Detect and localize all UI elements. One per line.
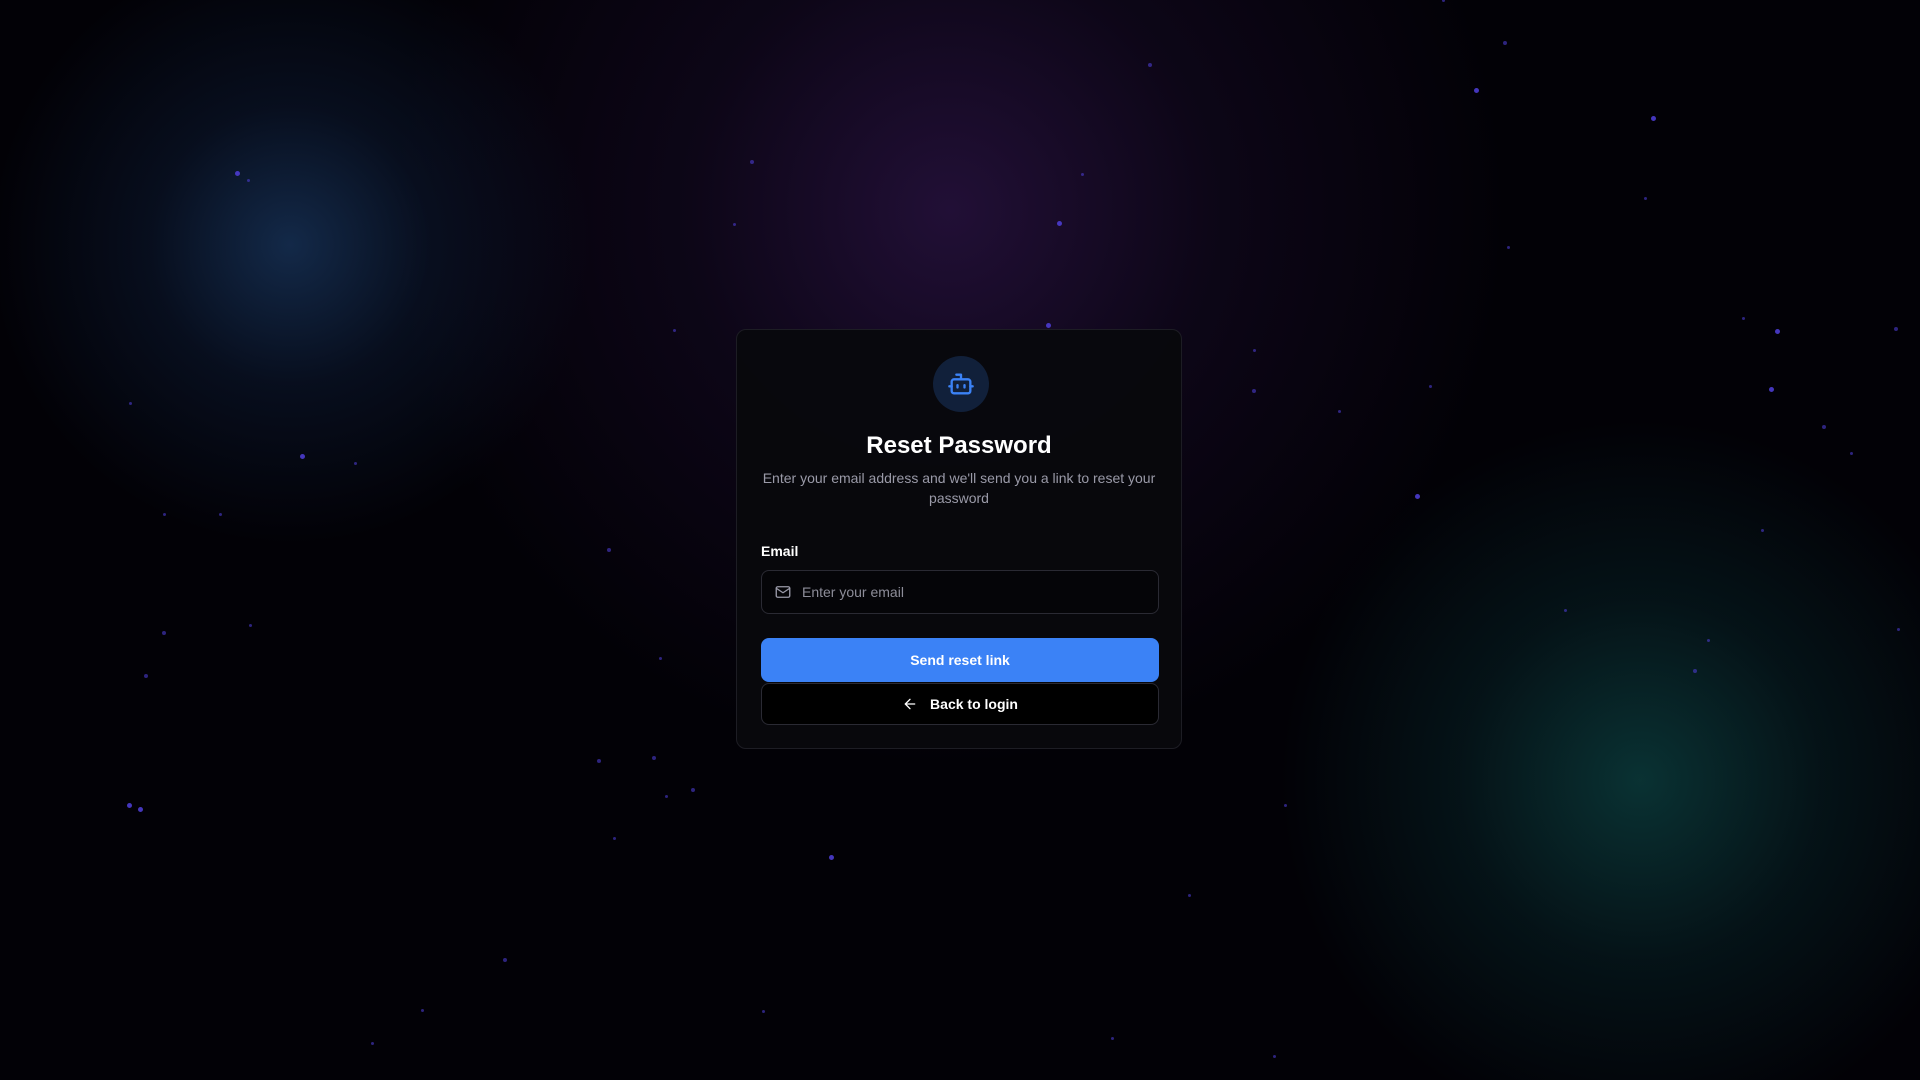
back-to-login-label: Back to login: [930, 696, 1018, 712]
star-dot: [1506, 245, 1510, 249]
star-dot: [1503, 41, 1507, 45]
page-title: Reset Password: [866, 432, 1052, 459]
star-dot: [126, 802, 132, 808]
star-dot: [1563, 608, 1567, 612]
star-dot: [1428, 384, 1432, 388]
star-dot: [1045, 322, 1051, 328]
star-dot: [1056, 220, 1062, 226]
star-dot: [1774, 328, 1780, 334]
star-dot: [828, 854, 834, 860]
star-dot: [420, 1008, 424, 1012]
back-to-login-button[interactable]: Back to login: [761, 683, 1159, 725]
star-dot: [664, 794, 668, 798]
email-field-wrapper[interactable]: [761, 570, 1159, 614]
email-input[interactable]: [800, 571, 1152, 613]
star-dot: [503, 958, 507, 962]
logo-badge: [933, 356, 989, 412]
star-dot: [1473, 87, 1479, 93]
star-dot: [652, 756, 656, 760]
star-dot: [1896, 627, 1900, 631]
send-reset-link-button[interactable]: Send reset link: [761, 638, 1159, 682]
star-dot: [761, 1009, 765, 1013]
star-dot: [162, 631, 166, 635]
star-dot: [1337, 409, 1341, 413]
bot-icon: [948, 373, 974, 395]
star-dot: [1187, 893, 1191, 897]
star-dot: [750, 160, 754, 164]
star-dot: [1252, 389, 1256, 393]
star-dot: [353, 461, 357, 465]
star-dot: [1272, 1054, 1276, 1058]
star-dot: [246, 178, 250, 182]
star-dot: [1650, 115, 1656, 121]
star-dot: [1110, 1036, 1114, 1040]
email-label: Email: [761, 543, 799, 559]
star-dot: [1822, 425, 1826, 429]
star-dot: [1148, 63, 1152, 67]
star-dot: [1414, 493, 1420, 499]
mail-icon: [775, 586, 791, 598]
star-dot: [1252, 348, 1256, 352]
star-dot: [137, 806, 143, 812]
star-dot: [1706, 638, 1710, 642]
star-dot: [218, 512, 222, 516]
star-dot: [1741, 316, 1745, 320]
star-dot: [732, 222, 736, 226]
star-dot: [1894, 327, 1898, 331]
star-dot: [1760, 528, 1764, 532]
reset-password-card: Reset Password Enter your email address …: [736, 329, 1182, 749]
star-dot: [1849, 451, 1853, 455]
star-dot: [607, 548, 611, 552]
star-dot: [370, 1041, 374, 1045]
star-dot: [691, 788, 695, 792]
star-dot: [1643, 196, 1647, 200]
star-dot: [672, 328, 676, 332]
star-dot: [162, 512, 166, 516]
star-dot: [612, 836, 616, 840]
arrow-left-icon: [904, 698, 916, 710]
star-dot: [248, 623, 252, 627]
star-dot: [658, 656, 662, 660]
star-dot: [1768, 386, 1774, 392]
page-subtitle: Enter your email address and we'll send …: [762, 470, 1156, 506]
star-dot: [299, 453, 305, 459]
star-dot: [1080, 172, 1084, 176]
star-dot: [1283, 803, 1287, 807]
star-dot: [144, 674, 148, 678]
star-dot: [597, 759, 601, 763]
star-dot: [234, 170, 240, 176]
star-dot: [1441, 0, 1445, 2]
star-dot: [1693, 669, 1697, 673]
star-dot: [128, 401, 132, 405]
